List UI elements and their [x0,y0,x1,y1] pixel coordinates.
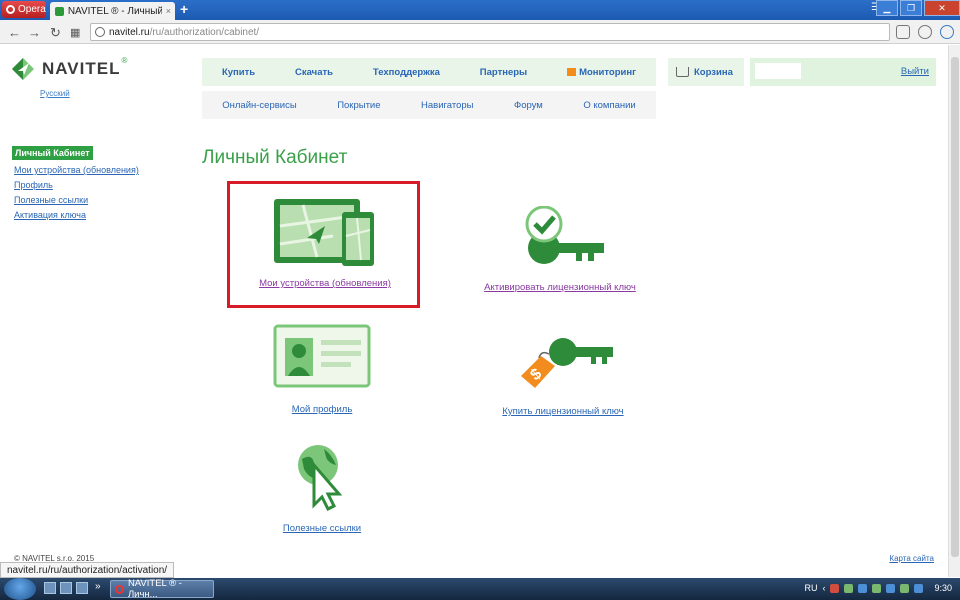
buy-key-tag-icon: $ [521,338,613,388]
username-field [755,63,801,79]
tab-title: NAVITEL ® - Личный Кабинет [67,5,162,17]
tray-volume-icon[interactable] [914,583,924,593]
status-url-tooltip: navitel.ru/ru/authorization/activation/ [0,562,175,578]
back-icon[interactable]: ← [8,25,21,40]
activate-key-icon [525,205,604,264]
nav-forum[interactable]: Форум [514,100,543,111]
brand-name: NAVITEL [42,59,121,78]
nav-buy[interactable]: Купить [222,67,255,78]
browser-toolbar: ← → ↻ ▦ navitel.ru/ru/authorization/cabi… [0,20,960,44]
opera-menu-button[interactable]: Opera [2,1,46,18]
tray-bluetooth-icon[interactable] [886,583,896,593]
start-button[interactable] [4,578,36,600]
nav-online-services[interactable]: Онлайн-сервисы [222,100,296,111]
close-window-icon[interactable]: ✕ [924,0,960,16]
url-path: /ru/authorization/cabinet/ [149,26,260,38]
card-devices[interactable]: Мои устройства (обновления) [240,196,410,289]
nav-coverage[interactable]: Покрытие [337,100,380,111]
taskbar-task-label: NAVITEL ® - Личн... [127,578,182,600]
tray-skype-icon[interactable] [858,583,868,593]
window-controls: ▁ ❐ ✕ [876,0,960,16]
nav-download[interactable]: Скачать [295,67,333,78]
nav-monitoring-label: Мониторинг [579,66,637,78]
clock[interactable]: 9:30 [934,583,952,593]
page-scrollbar[interactable] [948,45,960,577]
taskbar-opera-window[interactable]: NAVITEL ® - Личн... [110,578,214,600]
browser-tab[interactable]: NAVITEL ® - Личный Кабинет × [50,2,175,20]
speed-dial-icon[interactable]: ▦ [70,26,80,39]
sitemap-link[interactable]: Карта сайта [889,554,934,563]
monitoring-flag-icon [567,68,577,76]
navitel-favicon-icon [55,6,64,16]
language-link[interactable]: Русский [40,89,70,98]
primary-nav: Купить Скачать Техподдержка Партнеры Мон… [202,58,656,86]
profile-link[interactable]: Мой профиль [292,404,353,415]
sidebar-item-profile[interactable]: Профиль [14,180,139,190]
minimize-icon[interactable]: ▁ [876,0,898,16]
secondary-nav: Онлайн-сервисы Покрытие Навигаторы Форум… [202,91,656,119]
new-tab-button[interactable]: + [180,1,188,17]
opera-task-icon [115,584,124,594]
user-box: Выйти [750,58,936,86]
devices-icon [274,199,374,266]
sidebar-item-devices[interactable]: Мои устройства (обновления) [14,165,139,175]
profile-card-icon [273,324,371,388]
card-links[interactable]: Полезные ссылки [270,443,374,534]
useful-links-icon [298,445,343,512]
opera-sync-icon[interactable] [940,25,954,39]
useful-links-link[interactable]: Полезные ссылки [283,523,361,534]
cart-icon [676,67,689,77]
opera-menu-label: Opera [18,4,46,15]
tray-app-icon[interactable] [844,583,854,593]
tray-expand-icon[interactable]: ‹ [822,583,825,593]
browser-tab-bar: Opera NAVITEL ® - Личный Кабинет × + ☰ ▁… [0,0,960,20]
url-host: navitel.ru [109,26,150,38]
nav-partners[interactable]: Партнеры [480,67,527,78]
devices-link[interactable]: Мои устройства (обновления) [259,278,391,289]
bookmark-heart-icon[interactable] [896,25,910,39]
sidebar-item-activation[interactable]: Активация ключа [14,210,139,220]
nav-about[interactable]: О компании [583,100,635,111]
site-info-icon[interactable] [95,27,105,37]
scrollbar-thumb[interactable] [951,57,959,557]
tray-antivirus-icon[interactable] [830,583,840,593]
card-buy[interactable]: $ Купить лицензионный ключ [478,336,648,417]
buy-key-link[interactable]: Купить лицензионный ключ [502,406,623,417]
logout-link[interactable]: Выйти [901,66,929,77]
tab-close-icon[interactable]: × [166,6,171,16]
nav-monitoring[interactable]: Мониторинг [567,67,636,78]
activate-key-link[interactable]: Активировать лицензионный ключ [484,282,636,293]
address-bar[interactable]: navitel.ru/ru/authorization/cabinet/ [90,23,890,41]
sidebar-item-cabinet[interactable]: Личный Кабинет [12,146,93,160]
show-desktop-icon[interactable] [44,582,56,594]
maximize-icon[interactable]: ❐ [900,0,922,16]
reload-icon[interactable]: ↻ [50,25,61,41]
nav-navigators[interactable]: Навигаторы [421,100,473,111]
quicklaunch-more[interactable]: » [95,581,101,592]
card-activate[interactable]: Активировать лицензионный ключ [470,205,650,293]
cart-link[interactable]: Корзина [668,58,744,86]
download-icon[interactable] [918,25,932,39]
brand-trademark: ® [121,56,128,65]
page-title: Личный Кабинет [202,147,348,168]
tray-network-icon[interactable] [900,583,910,593]
navitel-logo[interactable]: NAVITEL ® [10,56,127,82]
windows-taskbar: » NAVITEL ® - Личн... RU ‹ 9:30 [0,578,960,600]
sidebar-item-links[interactable]: Полезные ссылки [14,195,139,205]
opera-logo-icon [6,5,15,14]
language-indicator[interactable]: RU [804,583,817,593]
nav-support[interactable]: Техподдержка [373,67,440,78]
card-profile[interactable]: Мой профиль [240,324,404,415]
cart-label: Корзина [694,66,733,78]
media-icon[interactable] [76,582,88,594]
tray-utility-icon[interactable] [872,583,882,593]
sidebar: Личный Кабинет Мои устройства (обновлени… [12,146,139,220]
explorer-icon[interactable] [60,582,72,594]
navitel-logo-icon [12,58,34,80]
forward-icon[interactable]: → [28,25,41,40]
system-tray: RU ‹ 9:30 [804,583,952,593]
